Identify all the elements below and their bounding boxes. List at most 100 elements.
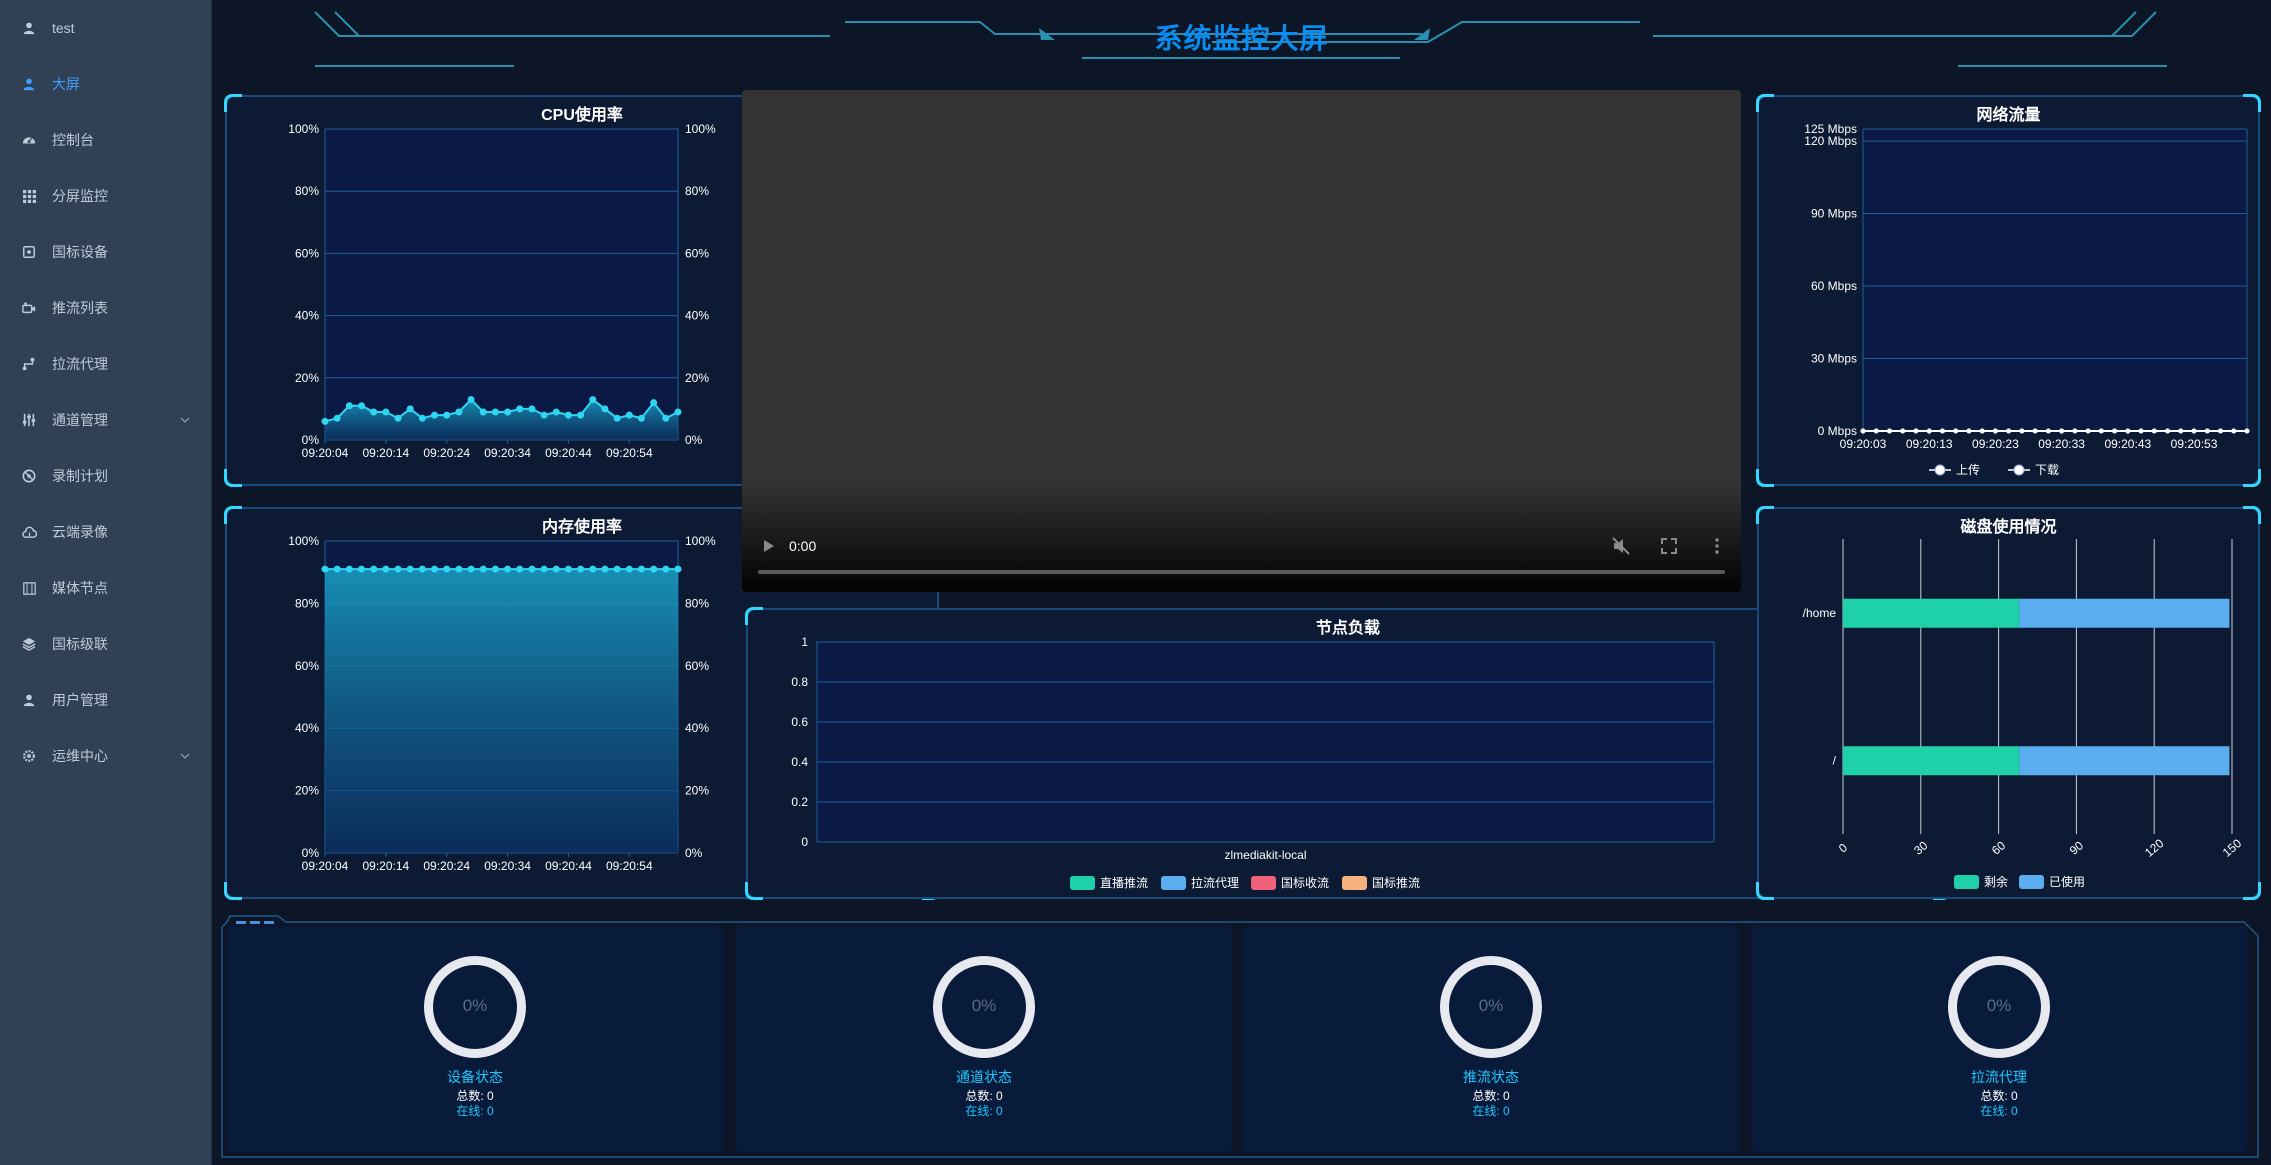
data-point [613,414,621,422]
x-tick-label: 09:20:44 [545,859,592,873]
y-tick-label: 0.2 [791,795,808,809]
sidebar-item-label: test [52,20,75,36]
disk-usage-chart[interactable]: 0 30 60 90 120 150/home / 剩余 已使用 [1759,509,2258,897]
y-tick-label: 1 [801,635,808,649]
y-tick-label-right: 80% [685,596,709,610]
y-tick-label: 0.8 [791,675,808,689]
status-online: 在线: 0 [1472,1104,1510,1118]
sidebar-item-label: 分屏监控 [52,188,108,204]
status-online: 在线: 0 [965,1104,1003,1118]
y-tick-label: / [1833,753,1837,767]
y-tick-label: 90 Mbps [1811,207,1857,221]
data-point [662,565,670,573]
area-fill [325,569,678,853]
play-icon[interactable] [762,538,776,554]
sidebar-item-pull-proxy[interactable]: 拉流代理 [0,336,212,392]
y-tick-label: 20% [295,784,319,798]
legend-label: 剩余 [1984,874,2008,889]
data-point [406,565,414,573]
data-point [625,411,633,419]
status-online: 在线: 0 [1980,1104,2018,1118]
status-name: 拉流代理 [1971,1069,2027,1085]
y-tick-label: 0 [801,835,808,849]
data-point [467,565,475,573]
data-point [1979,428,1985,434]
data-point [406,405,414,413]
data-point [504,565,512,573]
data-point [662,414,670,422]
legend-label: 国标推流 [1372,876,1420,890]
data-point [382,565,390,573]
plot-area [1863,129,2247,431]
record-icon [21,468,37,484]
x-tick-label: 09:20:14 [363,446,410,460]
video-player[interactable]: 0:00 [742,90,1741,592]
y-tick-label: 40% [295,721,319,735]
x-tick-label: 09:20:43 [2104,437,2151,451]
data-point [2125,428,2131,434]
data-point [1992,428,1998,434]
bar-segment [1843,598,2020,628]
data-point [2019,428,2025,434]
legend-swatch [1342,876,1367,890]
sidebar-item-record-plan[interactable]: 录制计划 [0,448,212,504]
sidebar-item-gb-device[interactable]: 国标设备 [0,224,212,280]
y-tick-label: 80% [295,596,319,610]
data-point [370,408,378,416]
data-point [504,408,512,416]
user-icon [21,692,37,708]
status-name: 设备状态 [447,1069,503,1085]
sidebar-item-label: 用户管理 [52,692,108,708]
data-point [589,565,597,573]
x-tick-label: 09:20:54 [606,859,653,873]
sidebar-item-split-monitor[interactable]: 分屏监控 [0,168,212,224]
legend-marker [1934,464,1946,476]
sidebar-item-test[interactable]: test [0,0,212,56]
y-tick-label-right: 20% [685,371,709,385]
sidebar-item-user-mgmt[interactable]: 用户管理 [0,672,212,728]
sidebar-item-ops-center[interactable]: 运维中心 [0,728,212,784]
x-tick-label: 09:20:54 [606,446,653,460]
sidebar-item-push-list[interactable]: 推流列表 [0,280,212,336]
video-progress-bar[interactable] [758,570,1725,574]
data-point [516,565,524,573]
sidebar-item-channel-mgmt[interactable]: 通道管理 [0,392,212,448]
more-options-icon[interactable] [1707,536,1727,556]
data-point [577,411,585,419]
data-point [345,565,353,573]
user-icon [21,20,37,36]
y-tick-label: 60% [295,246,319,260]
legend-label: 下载 [2035,463,2059,477]
sidebar-item-cloud-record[interactable]: 云端录像 [0,504,212,560]
data-point [2006,428,2012,434]
legend-label: 已使用 [2049,874,2085,889]
data-point [577,565,585,573]
network-traffic-chart[interactable]: 0 Mbps 30 Mbps 60 Mbps 90 Mbps 120 Mbps125 M… [1759,97,2258,484]
x-tick-label: zlmediakit-local [1224,848,1306,862]
data-point [528,405,536,413]
sidebar-item-big-screen[interactable]: 大屏 [0,56,212,112]
x-tick-label: 09:20:33 [2038,437,2085,451]
y-tick-label: 60 Mbps [1811,279,1857,293]
sidebar-item-gb-cascade[interactable]: 国标级联 [0,616,212,672]
data-point [674,408,682,416]
sidebar-item-console[interactable]: 控制台 [0,112,212,168]
data-point [650,399,658,407]
data-point [1873,428,1879,434]
data-point [564,565,572,573]
bar-segment [2019,598,2230,628]
x-tick-label: 0 [1836,840,1850,855]
dashboard-icon [21,132,37,148]
data-point [2218,428,2224,434]
y-tick-label-right: 60% [685,659,709,673]
sidebar-item-label: 拉流代理 [52,356,108,372]
data-point [674,565,682,573]
y-tick-label-right: 100% [685,534,716,548]
x-tick-label: 09:20:44 [545,446,592,460]
status-card: 0% 推流状态 总数: 0 在线: 0 [1243,926,1739,1152]
sidebar-item-media-node[interactable]: 媒体节点 [0,560,212,616]
data-point [516,405,524,413]
fullscreen-icon[interactable] [1659,536,1679,556]
legend-swatch [1954,875,1979,889]
mute-icon[interactable] [1611,536,1631,556]
